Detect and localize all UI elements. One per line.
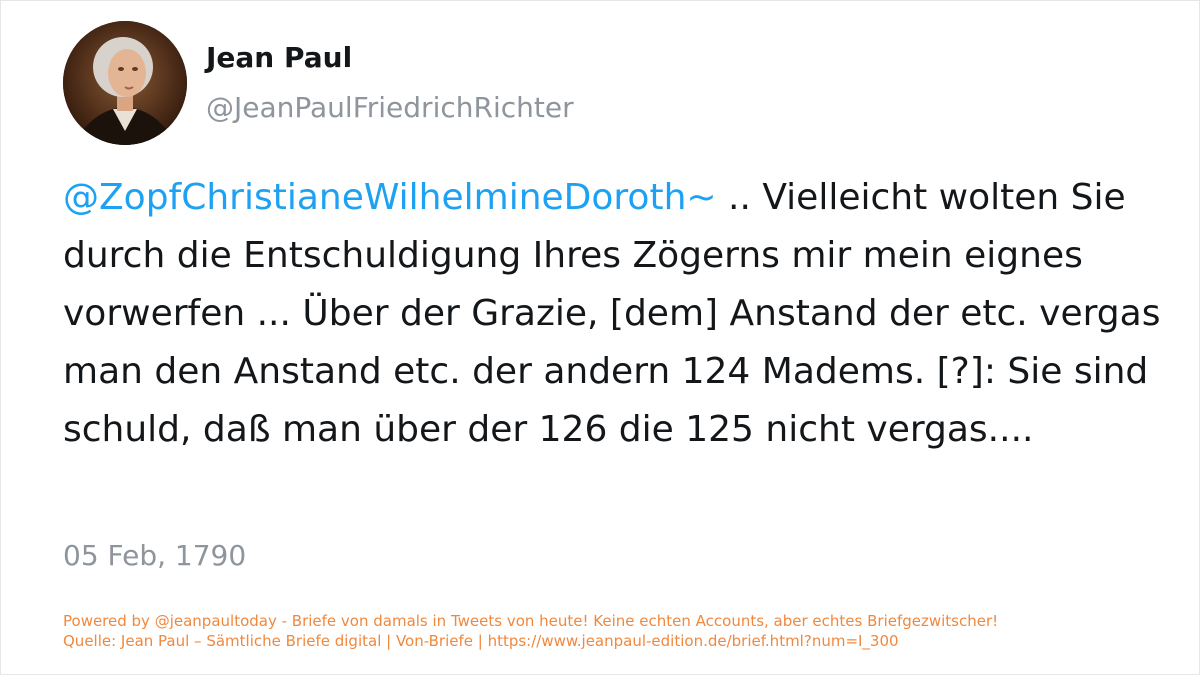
author-name[interactable]: Jean Paul (206, 41, 352, 74)
author-handle[interactable]: @JeanPaulFriedrichRichter (206, 91, 574, 124)
author-avatar[interactable] (63, 21, 187, 145)
footer-credits: Powered by @jeanpaultoday - Briefe von d… (63, 611, 1163, 651)
tweet-date: 05 Feb, 1790 (63, 539, 247, 572)
footer-powered-by: Powered by @jeanpaultoday - Briefe von d… (63, 612, 999, 630)
tweet-text: @ZopfChristianeWilhelmineDoroth~ .. Viel… (63, 169, 1163, 459)
tweet-card: Jean Paul @JeanPaulFriedrichRichter @Zop… (0, 0, 1200, 675)
mention-link[interactable]: @ZopfChristianeWilhelmineDoroth~ (63, 177, 717, 218)
footer-source: Quelle: Jean Paul – Sämtliche Briefe dig… (63, 632, 899, 650)
portrait-avatar-icon (63, 21, 187, 145)
